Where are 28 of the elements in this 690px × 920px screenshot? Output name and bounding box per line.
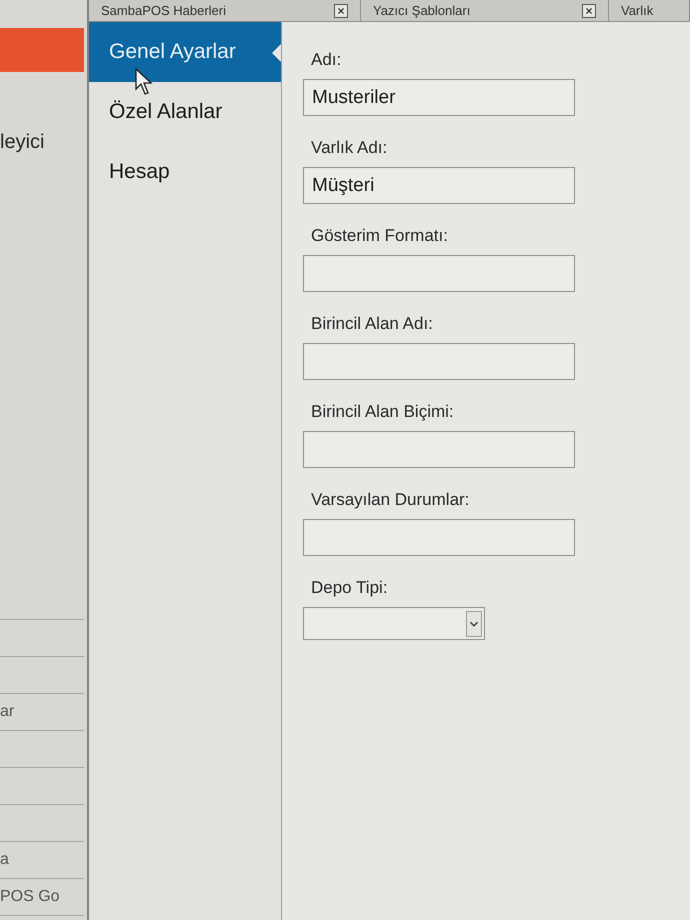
input-field[interactable] (303, 255, 575, 292)
field-label: Adı: (310, 49, 342, 71)
input-field[interactable]: Müşteri (303, 167, 575, 204)
tab[interactable]: Yazıcı Şablonları (361, 0, 609, 21)
chevron-down-icon (466, 610, 482, 636)
nav-item[interactable]: Özel Alanlar (89, 82, 281, 142)
field-label: Depo Tipi: (310, 577, 388, 599)
list-item[interactable]: a (0, 848, 9, 872)
field-label: Birincil Alan Biçimi: (310, 401, 454, 423)
field-label: Varlık Adı: (310, 137, 388, 159)
nav-item[interactable]: Hesap (89, 142, 281, 202)
input-field[interactable] (303, 343, 575, 380)
field-label: Varsayılan Durumlar: (310, 489, 470, 511)
tab[interactable]: SambaPOS Haberleri (89, 0, 361, 21)
tab[interactable]: Varlık (609, 0, 690, 21)
cursor-icon (135, 68, 153, 95)
panel-title: leyici (0, 130, 44, 155)
nav-item[interactable]: Genel Ayarlar (89, 22, 281, 82)
list-item[interactable]: POS Go (0, 885, 60, 909)
field-label: Birincil Alan Adı: (310, 313, 433, 335)
input-field[interactable] (303, 519, 575, 556)
list-item[interactable]: ar (0, 700, 14, 724)
dropdown-field[interactable] (303, 607, 485, 640)
input-field[interactable] (303, 431, 575, 468)
close-icon[interactable] (582, 4, 596, 18)
close-icon[interactable] (334, 4, 348, 18)
input-field[interactable]: Musteriler (303, 79, 575, 116)
field-label: Gösterim Formatı: (310, 225, 448, 247)
